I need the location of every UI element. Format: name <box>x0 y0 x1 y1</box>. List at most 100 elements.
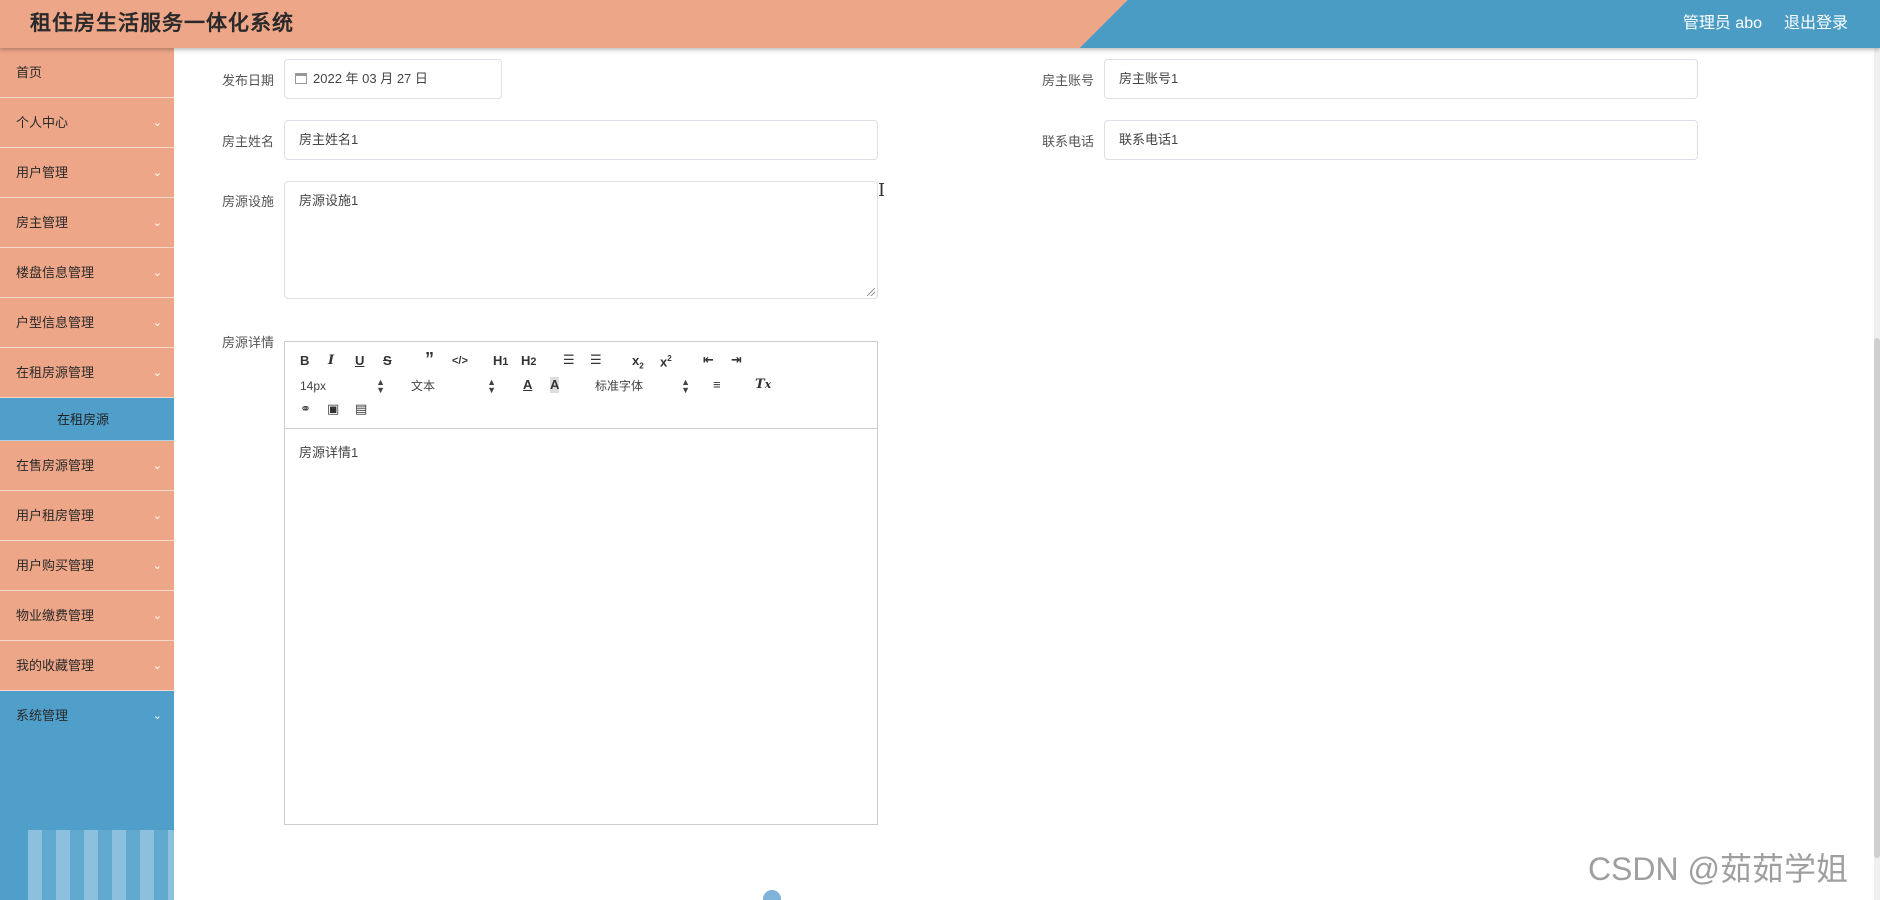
rich-text-editor: B I U S ” </> H1 H2 ☰ ☰ x2 x2 ⇤ ⇥ 14px ▲ ▼… <box>284 341 878 825</box>
app-title: 租住房生活服务一体化系统 <box>30 12 294 35</box>
font-family-value: 标准字体 <box>595 379 644 393</box>
sidebar-item-sale-listing-management[interactable]: 在售房源管理 ⌄ <box>0 441 174 491</box>
sidebar-item-layout-management[interactable]: 户型信息管理 ⌄ <box>0 298 174 348</box>
editor-toolbar: B I U S ” </> H1 H2 ☰ ☰ x2 x2 ⇤ ⇥ 14px ▲ ▼… <box>285 342 877 429</box>
owner-account-label: 房主账号 <box>1041 73 1094 88</box>
chevron-down-icon: ⌄ <box>152 710 162 722</box>
facilities-value: 房源设施1 <box>299 193 359 208</box>
chevron-down-icon: ⌄ <box>152 367 162 379</box>
sidebar-item-user-purchase-management[interactable]: 用户购买管理 ⌄ <box>0 541 174 591</box>
top-header: 租住房生活服务一体化系统 管理员 abo 退出登录 <box>0 0 1880 48</box>
chevron-down-icon: ⌄ <box>152 610 162 622</box>
mouse-cursor-icon: I <box>878 180 886 201</box>
sidebar-item-personal-center[interactable]: 个人中心 ⌄ <box>0 98 174 148</box>
underline-icon[interactable]: U <box>355 353 364 369</box>
calendar-icon <box>295 73 307 84</box>
sidebar-item-label: 系统管理 <box>16 708 69 723</box>
italic-icon[interactable]: I <box>328 353 334 369</box>
resize-handle[interactable] <box>867 288 875 296</box>
sidebar-item-building-management[interactable]: 楼盘信息管理 ⌄ <box>0 248 174 298</box>
select-caret-icon: ▲ ▼ <box>681 377 690 395</box>
chevron-down-icon: ⌄ <box>152 167 162 179</box>
sidebar-item-label: 户型信息管理 <box>16 315 95 330</box>
sidebar-item-label: 个人中心 <box>16 115 69 130</box>
publish-date-label: 发布日期 <box>221 73 274 88</box>
sidebar-item-label: 我的收藏管理 <box>16 658 95 673</box>
code-icon[interactable]: </> <box>452 353 468 369</box>
sidebar: 首页 个人中心 ⌄ 用户管理 ⌄ 房主管理 ⌄ 楼盘信息管理 ⌄ 户型信息管理 ⌄ 在租房… <box>0 48 174 900</box>
chevron-down-icon: ⌄ <box>152 267 162 279</box>
publish-date-picker[interactable]: 2022 年 03 月 27 日 <box>284 59 502 99</box>
ordered-list-icon[interactable]: ☰ <box>563 352 575 368</box>
font-color-icon[interactable]: A <box>523 377 532 393</box>
quote-icon[interactable]: ” <box>425 350 434 368</box>
font-family-select[interactable]: 标准字体 ▲ ▼ <box>595 377 690 395</box>
sidebar-item-favorites-management[interactable]: 我的收藏管理 ⌄ <box>0 641 174 691</box>
chevron-down-icon: ⌄ <box>152 510 162 522</box>
bullet-list-icon[interactable]: ☰ <box>590 352 602 368</box>
chevron-down-icon: ⌄ <box>152 560 162 572</box>
outdent-icon[interactable]: ⇤ <box>703 352 714 368</box>
indent-icon[interactable]: ⇥ <box>731 352 742 368</box>
clear-format-icon[interactable]: Tx <box>755 377 771 393</box>
sidebar-item-label: 在租房源 <box>57 412 110 427</box>
sidebar-item-label: 在售房源管理 <box>16 458 95 473</box>
facilities-textarea[interactable]: 房源设施1 <box>284 181 878 299</box>
logout-button[interactable]: 退出登录 <box>1784 9 1848 33</box>
bold-icon[interactable]: B <box>300 353 309 369</box>
sidebar-item-home[interactable]: 首页 <box>0 48 174 98</box>
sidebar-item-label: 首页 <box>16 65 43 80</box>
publish-date-value: 2022 年 03 月 27 日 <box>313 71 428 86</box>
subscript-icon[interactable]: x2 <box>632 353 644 375</box>
h1-icon[interactable]: H1 <box>493 353 508 370</box>
strike-icon[interactable]: S <box>383 353 392 369</box>
chevron-down-icon: ⌄ <box>152 660 162 672</box>
sidebar-item-property-fee-management[interactable]: 物业缴费管理 ⌄ <box>0 591 174 641</box>
chevron-down-icon: ⌄ <box>152 317 162 329</box>
editor-content[interactable]: 房源详情1 <box>299 442 358 461</box>
block-type-value: 文本 <box>411 379 436 393</box>
sidebar-item-label: 房主管理 <box>16 215 69 230</box>
chevron-down-icon: ⌄ <box>152 217 162 229</box>
sidebar-item-rental-listing-management[interactable]: 在租房源管理 ⌄ <box>0 348 174 398</box>
phone-input[interactable]: 联系电话1 <box>1104 120 1698 160</box>
select-caret-icon: ▲ ▼ <box>487 377 496 395</box>
chevron-down-icon: ⌄ <box>152 117 162 129</box>
sidebar-item-user-management[interactable]: 用户管理 ⌄ <box>0 148 174 198</box>
link-icon[interactable]: ⚭ <box>300 401 311 417</box>
superscript-icon[interactable]: x2 <box>660 351 672 370</box>
select-caret-icon: ▲ ▼ <box>376 377 385 395</box>
block-type-select[interactable]: 文本 ▲ ▼ <box>411 377 496 395</box>
decorative-pixel-pattern <box>28 830 174 900</box>
h2-icon[interactable]: H2 <box>521 353 536 370</box>
align-icon[interactable]: ≡ <box>713 377 721 393</box>
sidebar-item-owner-management[interactable]: 房主管理 ⌄ <box>0 198 174 248</box>
sidebar-item-system-management[interactable]: 系统管理 ⌄ <box>0 691 174 741</box>
font-size-value: 14px <box>300 379 327 393</box>
sidebar-item-user-rental-management[interactable]: 用户租房管理 ⌄ <box>0 491 174 541</box>
chevron-down-icon: ⌄ <box>152 460 162 472</box>
sidebar-subitem-rental-listing[interactable]: 在租房源 <box>0 398 174 441</box>
main-content: 发布日期 2022 年 03 月 27 日 房主账号 房主账号1 房主姓名 房主… <box>174 48 1880 900</box>
sidebar-item-label: 用户购买管理 <box>16 558 95 573</box>
background-color-icon[interactable]: A <box>550 377 560 393</box>
scrollbar-thumb[interactable] <box>1874 338 1880 858</box>
facilities-label: 房源设施 <box>221 194 274 209</box>
owner-name-label: 房主姓名 <box>221 134 274 149</box>
owner-account-input[interactable]: 房主账号1 <box>1104 59 1698 99</box>
phone-label: 联系电话 <box>1041 134 1094 149</box>
watermark: CSDN @茹茹学姐 <box>1587 851 1848 887</box>
image-icon[interactable]: ▣ <box>327 401 339 417</box>
page-scrollbar[interactable] <box>1874 48 1880 900</box>
details-label: 房源详情 <box>221 335 274 350</box>
sidebar-item-label: 用户管理 <box>16 165 69 180</box>
sidebar-item-label: 楼盘信息管理 <box>16 265 95 280</box>
owner-name-input[interactable]: 房主姓名1 <box>284 120 878 160</box>
sidebar-item-label: 在租房源管理 <box>16 365 95 380</box>
sidebar-item-label: 物业缴费管理 <box>16 608 95 623</box>
current-user[interactable]: 管理员 abo <box>1683 9 1762 33</box>
video-icon[interactable]: ▤ <box>355 401 367 417</box>
page-indicator-dot <box>763 890 781 900</box>
font-size-select[interactable]: 14px ▲ ▼ <box>300 377 385 395</box>
sidebar-item-label: 用户租房管理 <box>16 508 95 523</box>
